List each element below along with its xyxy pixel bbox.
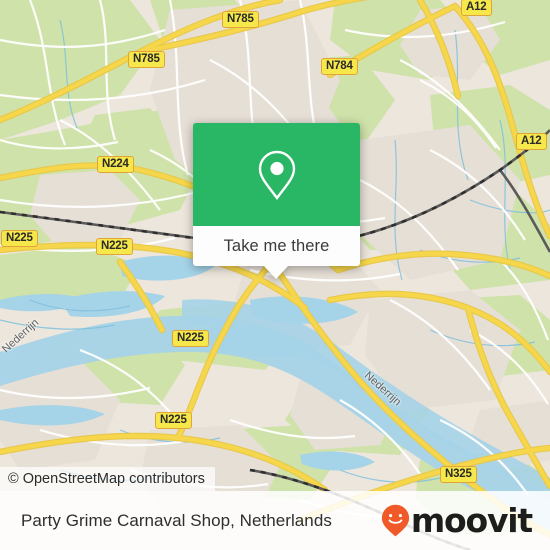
popup-tail	[263, 265, 289, 279]
road-shield: N325	[440, 466, 477, 484]
road-shield: N224	[97, 156, 134, 174]
map-screen: N785 N785 N784 A12 A12 N224 N225 N225 N2…	[0, 0, 550, 550]
road-shield: N784	[321, 58, 358, 76]
road-shield: A12	[516, 133, 547, 151]
road-shield: N225	[96, 238, 133, 256]
moovit-wordmark: moovit	[410, 501, 533, 540]
road-shield: N225	[155, 412, 192, 430]
map-attribution[interactable]: © OpenStreetMap contributors	[0, 467, 215, 491]
location-popup[interactable]: Take me there	[193, 123, 360, 279]
road-shield: N225	[172, 330, 209, 348]
road-shield: N225	[1, 230, 38, 248]
map-pin-icon	[258, 150, 295, 200]
moovit-pin-icon	[381, 504, 409, 537]
moovit-logo[interactable]: moovit	[381, 501, 533, 540]
popup-icon-panel	[193, 123, 360, 226]
road-shield: N785	[128, 51, 165, 69]
take-me-there-button[interactable]: Take me there	[193, 226, 360, 266]
road-shield: A12	[461, 0, 492, 17]
footer-bar: Party Grime Carnaval Shop, Netherlands m…	[0, 491, 550, 550]
road-shield: N785	[222, 11, 259, 29]
place-title: Party Grime Carnaval Shop, Netherlands	[21, 510, 332, 530]
